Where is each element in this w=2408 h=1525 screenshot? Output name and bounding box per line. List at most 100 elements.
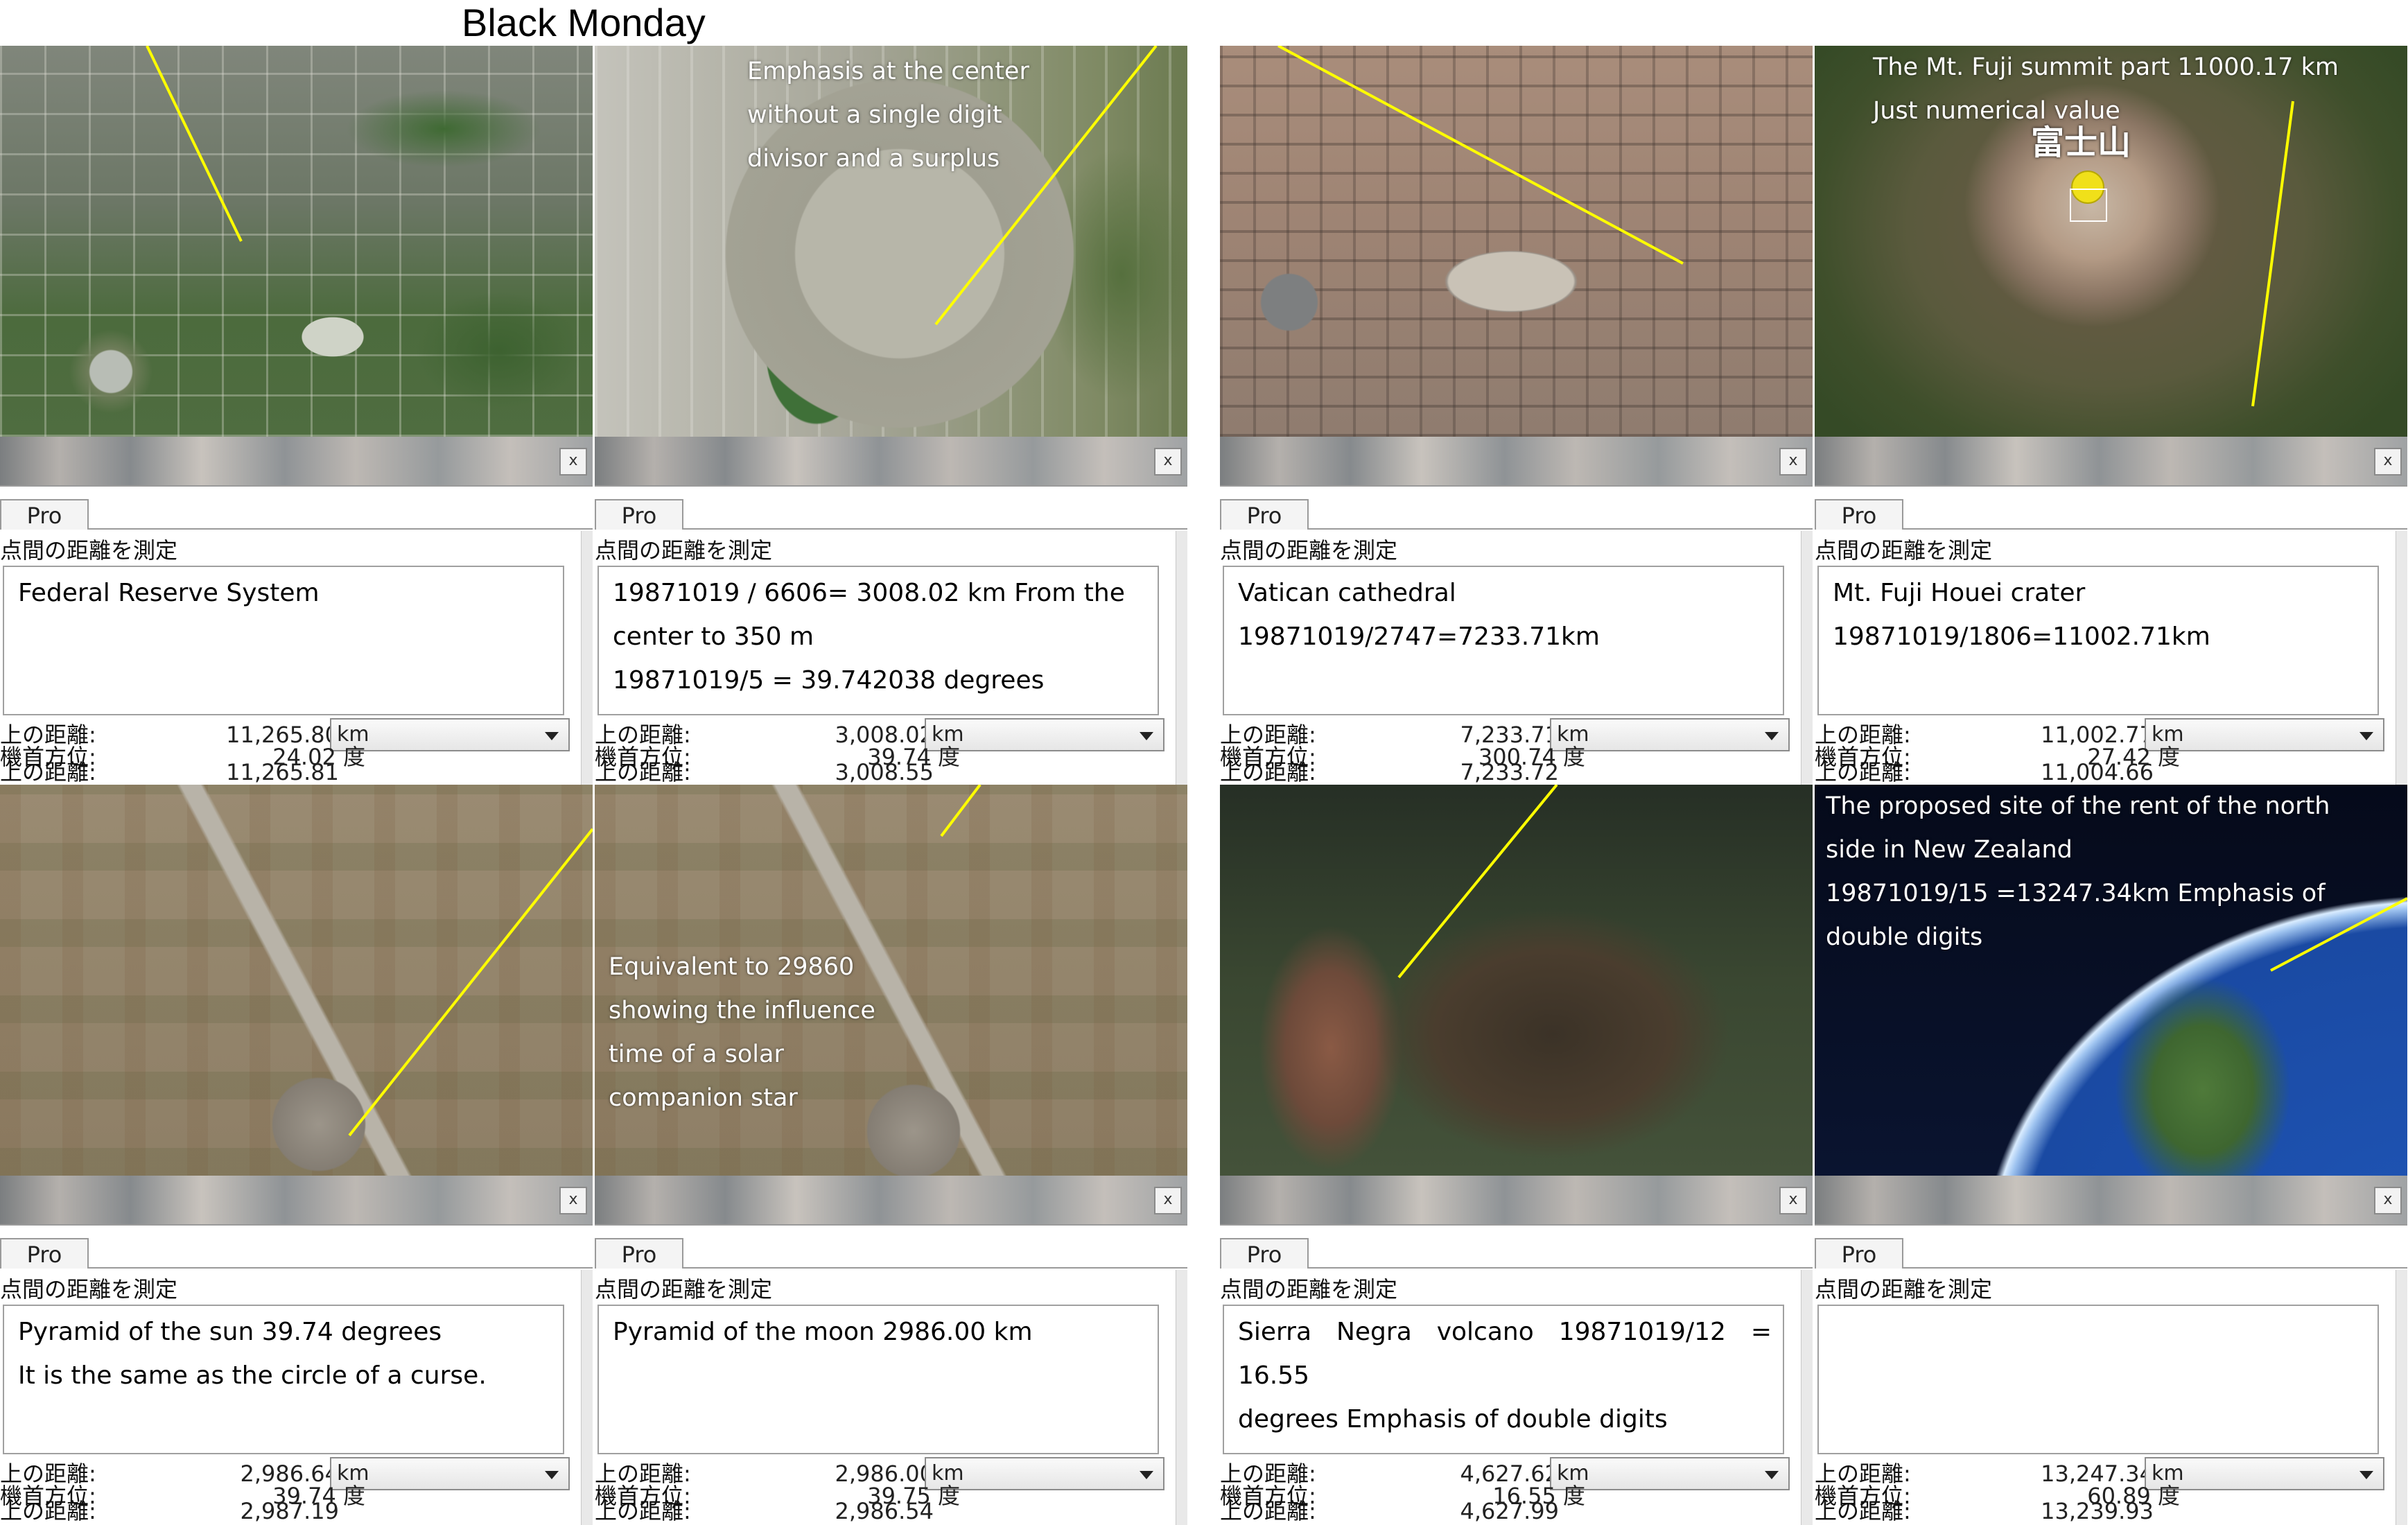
measure-heading: 点間の距離を測定 <box>0 1276 178 1302</box>
close-button[interactable]: x <box>1154 1187 1182 1214</box>
note-line: 19871019/1806=11002.71km <box>1833 622 2210 651</box>
heading-row: 機首方位: 39.74 度 <box>0 1482 593 1510</box>
tab-divider <box>1309 1267 1813 1269</box>
chevron-down-icon <box>2359 732 2373 740</box>
blurred-toolbar <box>1815 437 2407 487</box>
heading-value: 24.02 度 <box>272 744 365 770</box>
close-button[interactable]: x <box>1154 448 1182 476</box>
note-line: Pyramid of the sun 39.74 degrees <box>18 1318 442 1346</box>
satellite-map[interactable] <box>1220 785 1813 1176</box>
note-line: Pyramid of the moon 2986.00 km <box>613 1318 1033 1346</box>
satellite-map[interactable] <box>0 46 593 437</box>
tab-divider <box>89 1267 593 1269</box>
annotation-line: without a single digit <box>747 101 1002 129</box>
heading-row: 機首方位: 16.55 度 <box>1220 1482 1813 1510</box>
measure-heading: 点間の距離を測定 <box>1815 1276 1993 1302</box>
tab-divider <box>683 1267 1187 1269</box>
notes-textbox[interactable]: Pyramid of the sun 39.74 degrees It is t… <box>3 1305 564 1454</box>
notes-textbox[interactable]: Sierra Negra volcano 19871019/12 = 16.55… <box>1223 1305 1784 1454</box>
measure-heading: 点間の距離を測定 <box>1220 537 1398 564</box>
notes-textbox[interactable] <box>1817 1305 2379 1454</box>
notes-textbox[interactable]: Mt. Fuji Houei crater 19871019/1806=1100… <box>1817 566 2379 715</box>
heading-row: 機首方位: 300.74 度 <box>1220 743 1813 771</box>
heading-row: 機首方位: 39.74 度 <box>595 743 1187 771</box>
measure-heading: 点間の距離を測定 <box>595 537 773 564</box>
measure-line <box>348 828 593 1137</box>
tab-pro[interactable]: Pro <box>0 1238 89 1269</box>
note-line: Vatican cathedral <box>1238 579 1456 607</box>
blurred-toolbar <box>1220 1176 1813 1226</box>
note-line: Federal Reserve System <box>18 579 320 607</box>
heading-value: 39.74 度 <box>272 1483 365 1509</box>
blurred-toolbar <box>1815 1176 2407 1226</box>
tab-pro[interactable]: Pro <box>595 1238 683 1269</box>
tab-pro[interactable]: Pro <box>1220 1238 1309 1269</box>
annotation-line: companion star <box>609 1084 798 1112</box>
notes-textbox[interactable]: Federal Reserve System <box>3 566 564 715</box>
heading-label: 機首方位: <box>595 744 691 770</box>
annotation-line: 19871019/15 =13247.34km Emphasis of <box>1826 880 2326 907</box>
chevron-down-icon <box>1140 1471 1153 1479</box>
annotation-line: showing the influence <box>609 997 875 1025</box>
close-button[interactable]: x <box>1779 1187 1807 1214</box>
annotation-line: The Mt. Fuji summit part 11000.17 km <box>1873 53 2339 81</box>
chevron-down-icon <box>545 732 559 740</box>
heading-row: 機首方位: 39.75 度 <box>595 1482 1187 1510</box>
placemark-box <box>2070 189 2107 222</box>
chevron-down-icon <box>2359 1471 2373 1479</box>
close-button[interactable]: x <box>2374 448 2402 476</box>
tab-divider <box>1309 528 1813 530</box>
satellite-map[interactable]: The proposed site of the rent of the nor… <box>1815 785 2407 1176</box>
tab-pro[interactable]: Pro <box>0 499 89 530</box>
satellite-map[interactable]: Equivalent to 29860 showing the influenc… <box>595 785 1187 1176</box>
notes-textbox[interactable]: Pyramid of the moon 2986.00 km <box>597 1305 1159 1454</box>
heading-row: 機首方位: 24.02 度 <box>0 743 593 771</box>
measure-heading: 点間の距離を測定 <box>1815 537 1993 564</box>
annotation-line: double digits <box>1826 923 1983 951</box>
notes-textbox[interactable]: Vatican cathedral 19871019/2747=7233.71k… <box>1223 566 1784 715</box>
blurred-toolbar <box>1220 437 1813 487</box>
tab-divider <box>683 528 1187 530</box>
chevron-down-icon <box>1765 1471 1779 1479</box>
satellite-map[interactable] <box>0 785 593 1176</box>
annotation-line: divisor and a surplus <box>747 145 1000 173</box>
heading-value: 39.75 度 <box>867 1483 960 1509</box>
tab-pro[interactable]: Pro <box>1815 499 1903 530</box>
notes-textbox[interactable]: 19871019 / 6606= 3008.02 km From the cen… <box>597 566 1159 715</box>
blurred-toolbar <box>0 437 593 487</box>
page-title: Black Monday <box>462 1 706 44</box>
measure-panel: 富士山 The Mt. Fuji summit part 11000.17 km… <box>1815 46 2407 786</box>
satellite-map[interactable]: 富士山 The Mt. Fuji summit part 11000.17 km… <box>1815 46 2407 437</box>
measure-line <box>146 46 243 242</box>
measure-panel: Equivalent to 29860 showing the influenc… <box>595 785 1187 1525</box>
heading-value: 300.74 度 <box>1478 744 1585 770</box>
note-line: 19871019/5 = 39.742038 degrees <box>613 666 1045 695</box>
tab-divider <box>1903 1267 2407 1269</box>
measure-panel: x Pro 点間の距離を測定 Sierra Negra volcano 1987… <box>1220 785 1813 1525</box>
map-annotation: Emphasis at the center without a single … <box>747 50 1059 181</box>
measure-line <box>1277 46 1684 265</box>
heading-row: 機首方位: 27.42 度 <box>1815 743 2407 771</box>
note-line: 19871019 / 6606= 3008.02 km From the <box>613 579 1125 607</box>
close-button[interactable]: x <box>559 448 587 476</box>
heading-label: 機首方位: <box>595 1483 691 1509</box>
blurred-toolbar <box>595 1176 1187 1226</box>
heading-value: 16.55 度 <box>1492 1483 1585 1509</box>
close-button[interactable]: x <box>559 1187 587 1214</box>
annotation-line: side in New Zealand <box>1826 836 2073 864</box>
map-annotation: The Mt. Fuji summit part 11000.17 km Jus… <box>1873 46 2393 133</box>
tab-pro[interactable]: Pro <box>1220 499 1309 530</box>
tab-pro[interactable]: Pro <box>595 499 683 530</box>
note-line: It is the same as the circle of a curse. <box>18 1361 487 1390</box>
blurred-toolbar <box>0 1176 593 1226</box>
measure-panel: x Pro 点間の距離を測定 Federal Reserve System 上の… <box>0 46 593 786</box>
annotation-line: The proposed site of the rent of the nor… <box>1826 792 2330 820</box>
close-button[interactable]: x <box>1779 448 1807 476</box>
close-button[interactable]: x <box>2374 1187 2402 1214</box>
map-annotation: Equivalent to 29860 showing the influenc… <box>609 946 891 1120</box>
satellite-map[interactable] <box>1220 46 1813 437</box>
satellite-map[interactable]: Emphasis at the center without a single … <box>595 46 1187 437</box>
tab-pro[interactable]: Pro <box>1815 1238 1903 1269</box>
heading-label: 機首方位: <box>1815 744 1911 770</box>
heading-label: 機首方位: <box>1815 1483 1911 1509</box>
